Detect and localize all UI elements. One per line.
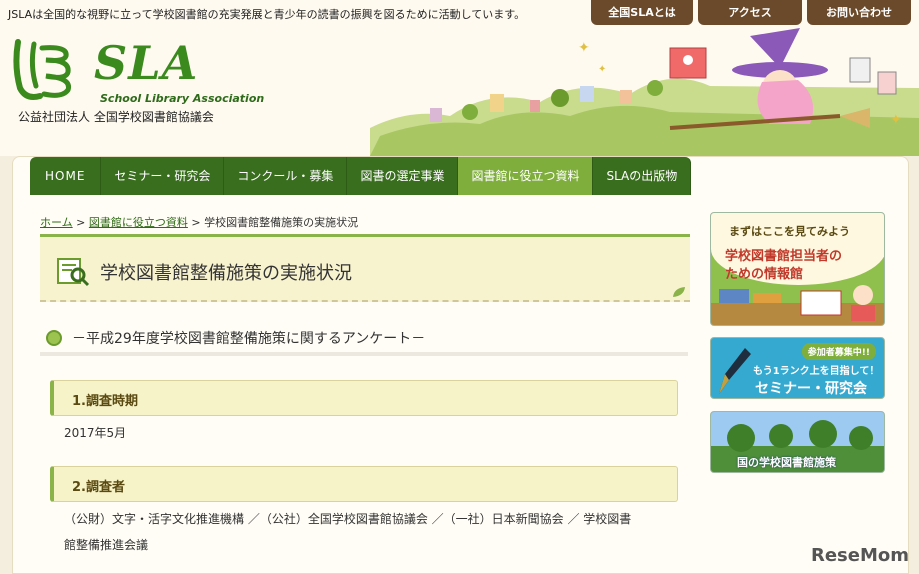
svg-text:✦: ✦ [578, 40, 590, 56]
section-body-line: 館整備推進会議 [64, 538, 149, 552]
recruiting-badge: 参加者募集中!! [801, 343, 876, 360]
page-subtitle: －平成29年度学校図書館整備施策に関するアンケート－ [72, 331, 426, 347]
top-bar: JSLAは全国的な視野に立って学校図書館の充実発展と青少年の読書の振興を図るため… [0, 0, 919, 26]
bullet-icon [46, 330, 62, 346]
banner-line: セミナー・研究会 [755, 381, 867, 397]
banner-line: ための情報館 [725, 267, 804, 282]
pen-icon [719, 348, 751, 394]
document-search-icon [57, 258, 90, 287]
watermark: ReseMom [810, 545, 909, 566]
breadcrumb-separator: > [191, 216, 201, 229]
section-body: 2017年5月 [64, 426, 127, 440]
witch-town-illustration: ✦ ✦ ✦ [370, 28, 919, 156]
banner-line: もう1ランク上を目指して！ [753, 366, 880, 377]
leaf-icon [673, 287, 685, 297]
section-heading-label: 1.調査時期 [72, 394, 138, 409]
library-desk-illustration [711, 285, 884, 325]
breadcrumb: ホーム > 図書館に役立つ資料 > 学校図書館整備施策の実施状況 [40, 214, 358, 230]
nav-home[interactable]: HOME [30, 157, 102, 195]
banner-line: まずはここを見てみよう [729, 225, 850, 238]
nav-publications[interactable]: SLAの出版物 [593, 157, 692, 195]
banner-seminar[interactable]: 参加者募集中!! もう1ランク上を目指して！ セミナー・研究会 [710, 337, 885, 399]
toplink-access[interactable]: アクセス [698, 0, 802, 25]
subtitle-row: －平成29年度学校図書館整備施策に関するアンケート－ [40, 324, 688, 356]
top-links: 全国SLAとは アクセス お問い合わせ [591, 0, 911, 25]
nav-library-resources[interactable]: 図書館に役立つ資料 [458, 157, 594, 195]
main-nav: HOME セミナー・研究会 コンクール・募集 図書の選定事業 図書館に役立つ資料… [30, 157, 692, 195]
logo-japanese: 公益社団法人 全国学校図書館協議会 [18, 110, 214, 124]
site-tagline: JSLAは全国的な視野に立って学校図書館の充実発展と青少年の読書の振興を図るため… [8, 8, 526, 21]
section-heading: 2.調査者 [50, 466, 678, 502]
svg-text:✦: ✦ [890, 112, 902, 128]
toplink-about[interactable]: 全国SLAとは [591, 0, 693, 25]
logo-english: School Library Association [100, 92, 265, 105]
nav-book-selection[interactable]: 図書の選定事業 [347, 157, 459, 195]
breadcrumb-separator: > [76, 216, 86, 229]
banner-info-center[interactable]: まずはここを見てみよう 学校図書館担当者の ための情報館 [710, 212, 885, 326]
svg-text:✦: ✦ [598, 64, 606, 75]
section-heading-label: 2.調査者 [72, 480, 125, 495]
breadcrumb-current: 学校図書館整備施策の実施状況 [204, 216, 359, 229]
logo-text[interactable]: SLA [94, 36, 198, 90]
section-heading: 1.調査時期 [50, 380, 678, 416]
section-body: （公財）文字・活字文化推進機構 ／（公社）全国学校図書館協議会 ／（一社）日本新… [64, 506, 631, 558]
breadcrumb-home[interactable]: ホーム [40, 216, 73, 229]
section-body-line: （公財）文字・活字文化推進機構 ／（公社）全国学校図書館協議会 ／（一社）日本新… [64, 512, 632, 526]
banner-line: 学校図書館担当者の [725, 249, 843, 264]
banner-line: 国の学校図書館施策 [737, 456, 836, 469]
nav-seminar[interactable]: セミナー・研究会 [101, 157, 225, 195]
toplink-contact[interactable]: お問い合わせ [807, 0, 911, 25]
banner-national-policy[interactable]: 国の学校図書館施策 [710, 411, 885, 473]
page-title-box: 学校図書館整備施策の実施状況 [40, 234, 690, 302]
breadcrumb-parent[interactable]: 図書館に役立つ資料 [89, 216, 188, 229]
sla-logo-icon[interactable] [10, 36, 82, 102]
page-title: 学校図書館整備施策の実施状況 [100, 263, 352, 284]
nav-contest[interactable]: コンクール・募集 [224, 157, 348, 195]
